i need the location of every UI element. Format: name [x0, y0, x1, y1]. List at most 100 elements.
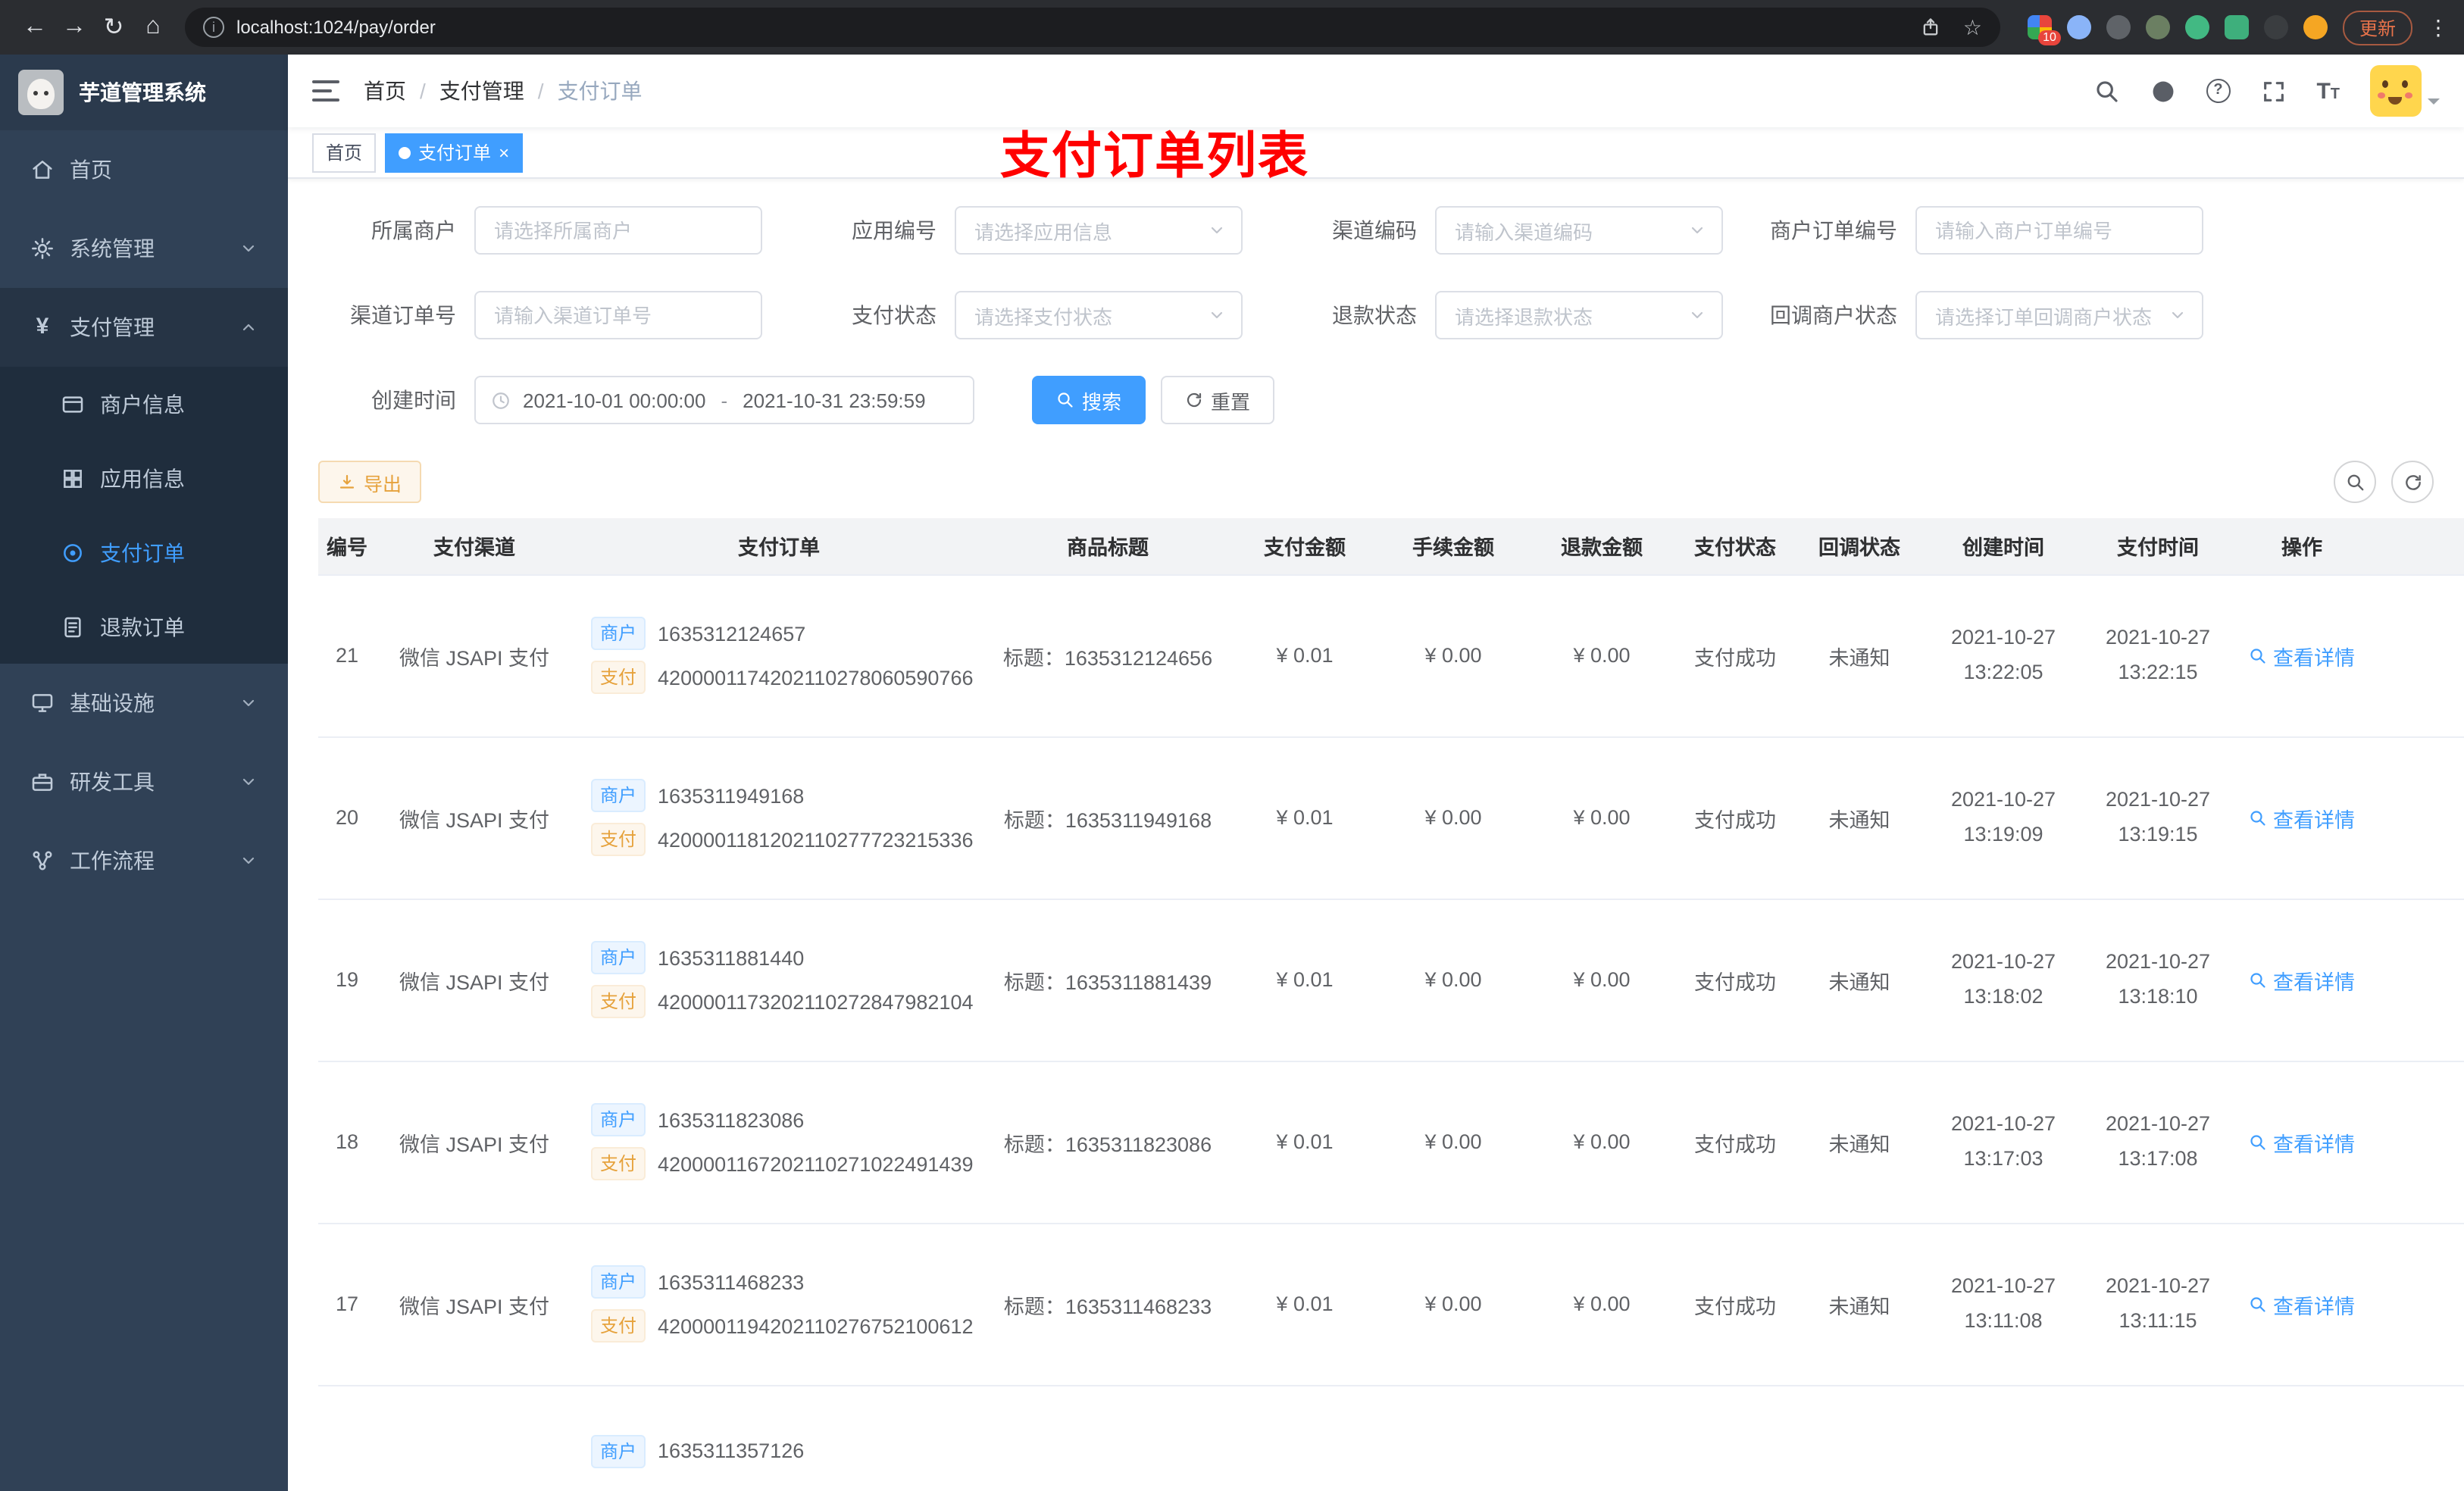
github-icon[interactable] — [2150, 78, 2175, 104]
cell-action: 查看详情 — [2234, 1223, 2370, 1386]
search-button[interactable]: 搜索 — [1032, 376, 1146, 424]
browser-back-button[interactable]: ← — [15, 14, 55, 41]
cell-title: 标题：1635312124656 — [985, 574, 1230, 737]
table-header-row: 编号 支付渠道 支付订单 商品标题 支付金额 手续金额 退款金额 支付状态 回调… — [318, 518, 2464, 575]
filter-merchant: 所属商户 — [318, 206, 762, 255]
url-text[interactable]: localhost:1024/pay/order — [236, 17, 436, 38]
browser-reload-button[interactable]: ↻ — [94, 12, 133, 42]
filter-label: 退款状态 — [1332, 303, 1417, 327]
view-detail-link[interactable]: 查看详情 — [2249, 802, 2355, 833]
browser-update-button[interactable]: 更新 — [2342, 10, 2412, 45]
active-dot — [399, 146, 411, 158]
filter-app-no: 应用编号 请选择应用信息 — [799, 206, 1243, 255]
tag-pay-order[interactable]: 支付订单 × — [385, 133, 524, 172]
search-icon[interactable] — [2093, 78, 2119, 104]
browser-menu-icon[interactable]: ⋮ — [2428, 14, 2449, 40]
date-separator: - — [721, 389, 728, 411]
address-bar[interactable]: i localhost:1024/pay/order ☆ — [185, 8, 2000, 47]
tag-home[interactable]: 首页 — [312, 133, 377, 172]
sidebar-item-system[interactable]: 系统管理 — [0, 209, 288, 288]
sidebar-item-workflow[interactable]: 工作流程 — [0, 821, 288, 900]
extension-icon[interactable] — [2184, 15, 2209, 39]
font-size-icon[interactable]: TT — [2316, 78, 2340, 104]
filter-label: 渠道编码 — [1332, 218, 1417, 242]
sidebar-toggle-icon[interactable] — [312, 80, 339, 102]
merchant-order-no-input[interactable] — [1915, 206, 2203, 255]
screen: ← → ↻ ⌂ i localhost:1024/pay/order ☆ 10 … — [0, 0, 2464, 1491]
breadcrumb-payment[interactable]: 支付管理 — [439, 76, 558, 106]
sidebar-item-dev-tools[interactable]: 研发工具 — [0, 742, 288, 821]
orders-table-wrap: 编号 支付渠道 支付订单 商品标题 支付金额 手续金额 退款金额 支付状态 回调… — [318, 518, 2464, 1491]
cell-amount: ¥ 0.01 — [1230, 574, 1379, 737]
sidebar-item-payment[interactable]: ¥ 支付管理 — [0, 288, 288, 367]
refund-status-select[interactable]: 请选择退款状态 — [1435, 291, 1723, 339]
extension-badge: 10 — [2038, 30, 2061, 45]
share-icon[interactable] — [1921, 17, 1942, 38]
fullscreen-icon[interactable] — [2260, 78, 2286, 104]
sidebar-item-refund-order[interactable]: 退款订单 — [0, 589, 288, 664]
cell-pay-time: 2021-10-27 13:19:15 — [2082, 736, 2234, 899]
help-icon[interactable]: ? — [2206, 79, 2231, 103]
create-time-range-picker[interactable]: 2021-10-01 00:00:00 - 2021-10-31 23:59:5… — [474, 376, 974, 424]
extension-icon[interactable] — [2145, 15, 2170, 39]
cell-refund: ¥ 0.00 — [1527, 899, 1676, 1061]
extension-icon[interactable] — [2303, 15, 2328, 39]
merchant-input[interactable] — [474, 206, 762, 255]
date-end[interactable]: 2021-10-31 23:59:59 — [743, 389, 925, 411]
close-icon[interactable]: × — [499, 143, 509, 161]
pay-tag: 支付 — [591, 1147, 646, 1180]
cell-status: 支付成功 — [1676, 1061, 1794, 1224]
extension-icon[interactable] — [2106, 15, 2131, 39]
browser-forward-button[interactable]: → — [55, 14, 94, 41]
reset-button[interactable]: 重置 — [1161, 376, 1275, 424]
app-select[interactable]: 请选择应用信息 — [955, 206, 1243, 255]
annotation-title: 支付订单列表 — [1000, 127, 1309, 183]
extension-icon[interactable] — [2066, 15, 2091, 39]
view-detail-link[interactable]: 查看详情 — [2249, 1289, 2355, 1319]
extension-icon[interactable] — [2224, 15, 2249, 39]
cell-amount: ¥ 0.01 — [1230, 736, 1379, 899]
breadcrumb-home[interactable]: 首页 — [364, 76, 439, 106]
chevron-up-icon — [239, 318, 258, 336]
channel-order-no-input[interactable] — [474, 291, 762, 339]
pay-tag: 支付 — [591, 1309, 646, 1343]
sidebar-item-merchant-info[interactable]: 商户信息 — [0, 367, 288, 441]
pay-order-no: 4200001173202110272847982104 — [658, 990, 974, 1013]
site-info-icon[interactable]: i — [203, 17, 224, 38]
merchant-tag: 商户 — [591, 617, 646, 650]
pay-status-select[interactable]: 请选择支付状态 — [955, 291, 1243, 339]
cell-action: 查看详情 — [2234, 1061, 2370, 1224]
sidebar-item-app-info[interactable]: 应用信息 — [0, 441, 288, 515]
sidebar-item-home[interactable]: 首页 — [0, 130, 288, 209]
channel-code-select[interactable]: 请输入渠道编码 — [1435, 206, 1723, 255]
table-row: 商户 1635311357126 — [318, 1385, 2464, 1491]
search-icon — [2249, 808, 2267, 827]
view-detail-link[interactable]: 查看详情 — [2249, 640, 2355, 670]
avatar[interactable] — [2370, 65, 2422, 117]
view-detail-link[interactable]: 查看详情 — [2249, 1127, 2355, 1157]
merchant-tag: 商户 — [591, 941, 646, 974]
user-avatar-dropdown[interactable] — [2370, 65, 2440, 117]
date-start[interactable]: 2021-10-01 00:00:00 — [523, 389, 705, 411]
bookmark-star-icon[interactable]: ☆ — [1963, 14, 1982, 40]
column-header: 操作 — [2234, 518, 2370, 575]
grid-icon — [61, 466, 85, 490]
table-row: 18 微信 JSAPI 支付 商户 1635311823086 支付 42000… — [318, 1061, 2464, 1224]
refresh-table-button[interactable] — [2391, 461, 2434, 503]
merchant-order-no: 1635311949168 — [658, 784, 805, 807]
export-button[interactable]: 导出 — [318, 461, 422, 503]
view-detail-link[interactable]: 查看详情 — [2249, 964, 2355, 995]
cell-create-time: 2021-10-27 13:19:09 — [1925, 736, 2082, 899]
app-logo[interactable]: 芋道管理系统 — [0, 55, 288, 130]
yen-icon: ¥ — [36, 314, 49, 339]
extension-icon[interactable]: 10 — [2027, 15, 2061, 45]
sidebar-item-pay-order[interactable]: 支付订单 — [0, 515, 288, 589]
cell-id: 21 — [318, 574, 376, 737]
toggle-search-button[interactable] — [2334, 461, 2376, 503]
sidebar-item-infra[interactable]: 基础设施 — [0, 664, 288, 742]
notify-status-select[interactable]: 请选择订单回调商户状态 — [1915, 291, 2203, 339]
extension-icon[interactable] — [2263, 15, 2288, 39]
merchant-tag: 商户 — [591, 1434, 646, 1468]
browser-home-button[interactable]: ⌂ — [133, 14, 173, 41]
filter-pay-status: 支付状态 请选择支付状态 — [799, 291, 1243, 339]
